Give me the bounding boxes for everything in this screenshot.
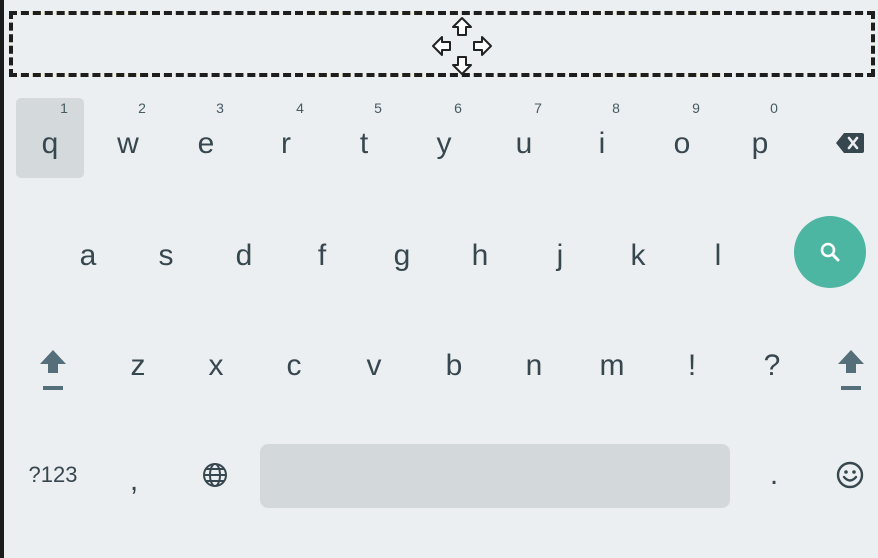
key-label: u xyxy=(515,127,533,160)
key-label: e xyxy=(197,127,215,160)
backspace-icon xyxy=(836,133,864,153)
space-bar[interactable] xyxy=(260,444,730,508)
window-left-edge xyxy=(0,0,4,558)
shift-key-right[interactable] xyxy=(824,334,878,406)
shift-key-left[interactable] xyxy=(22,334,84,406)
key-label: z xyxy=(130,349,146,382)
key-label: f xyxy=(317,239,327,272)
key-i[interactable]: 8i xyxy=(566,98,638,178)
language-key[interactable] xyxy=(186,440,244,510)
key-hint: 1 xyxy=(60,100,68,116)
key-label: m xyxy=(599,349,625,382)
key-hint: 4 xyxy=(296,100,304,116)
key-e[interactable]: 3e xyxy=(170,98,242,178)
symbols-key-label: ?123 xyxy=(28,462,78,487)
key-y[interactable]: 6y xyxy=(408,98,480,178)
key-v[interactable]: v xyxy=(342,330,406,402)
key-question[interactable]: ? xyxy=(740,330,804,402)
key-d[interactable]: d xyxy=(212,220,276,292)
key-x[interactable]: x xyxy=(184,330,248,402)
shift-icon xyxy=(40,350,66,390)
key-l[interactable]: l xyxy=(686,220,750,292)
key-h[interactable]: h xyxy=(448,220,512,292)
key-hint: 0 xyxy=(770,100,778,116)
key-z[interactable]: z xyxy=(106,330,170,402)
key-s[interactable]: s xyxy=(134,220,198,292)
key-label: x xyxy=(208,349,224,382)
key-label: q xyxy=(41,127,59,160)
key-o[interactable]: 9o xyxy=(646,98,718,178)
key-label: j xyxy=(556,239,564,272)
search-key[interactable] xyxy=(794,216,866,288)
key-hint: 5 xyxy=(374,100,382,116)
key-label: l xyxy=(714,239,722,272)
key-n[interactable]: n xyxy=(502,330,566,402)
keyboard-drag-handle[interactable] xyxy=(9,11,875,77)
key-label: h xyxy=(471,239,489,272)
key-hint: 3 xyxy=(216,100,224,116)
key-hint: 9 xyxy=(692,100,700,116)
emoji-icon xyxy=(836,461,864,489)
comma-key-label: , xyxy=(129,464,139,497)
period-key-label: . xyxy=(769,458,779,491)
key-label: g xyxy=(393,239,411,272)
key-hint: 7 xyxy=(534,100,542,116)
key-label: k xyxy=(630,239,646,272)
search-icon xyxy=(820,242,840,262)
key-label: ? xyxy=(763,349,781,382)
key-exclamation[interactable]: ! xyxy=(660,330,724,402)
move-arrows-icon[interactable] xyxy=(431,16,493,76)
key-label: ! xyxy=(687,349,697,382)
key-label: i xyxy=(598,127,606,160)
key-label: o xyxy=(673,127,691,160)
key-p[interactable]: 0p xyxy=(724,98,796,178)
backspace-key[interactable] xyxy=(822,108,878,178)
key-hint: 8 xyxy=(612,100,620,116)
key-q[interactable]: 1q xyxy=(16,98,84,178)
key-u[interactable]: 7u xyxy=(488,98,560,178)
key-label: t xyxy=(359,127,369,160)
key-label: y xyxy=(436,127,452,160)
key-m[interactable]: m xyxy=(580,330,644,402)
key-t[interactable]: 5t xyxy=(328,98,400,178)
key-b[interactable]: b xyxy=(422,330,486,402)
symbols-key[interactable]: ?123 xyxy=(14,440,92,510)
key-w[interactable]: 2w xyxy=(92,98,164,178)
key-f[interactable]: f xyxy=(290,220,354,292)
key-label: w xyxy=(117,127,139,160)
key-label: p xyxy=(751,127,769,160)
key-label: b xyxy=(445,349,463,382)
emoji-key[interactable] xyxy=(822,440,878,510)
period-key[interactable]: . xyxy=(746,440,802,510)
key-r[interactable]: 4r xyxy=(250,98,322,178)
key-label: r xyxy=(281,127,291,160)
comma-key[interactable]: , xyxy=(106,440,162,510)
key-j[interactable]: j xyxy=(528,220,592,292)
key-a[interactable]: a xyxy=(56,220,120,292)
key-hint: 2 xyxy=(138,100,146,116)
key-label: a xyxy=(79,239,97,272)
key-g[interactable]: g xyxy=(370,220,434,292)
key-label: s xyxy=(158,239,174,272)
key-label: c xyxy=(286,349,302,382)
key-label: n xyxy=(525,349,543,382)
key-hint: 6 xyxy=(454,100,462,116)
globe-icon xyxy=(203,463,227,487)
shift-icon xyxy=(838,350,864,390)
key-c[interactable]: c xyxy=(262,330,326,402)
key-k[interactable]: k xyxy=(606,220,670,292)
key-label: v xyxy=(366,349,382,382)
key-label: d xyxy=(235,239,253,272)
